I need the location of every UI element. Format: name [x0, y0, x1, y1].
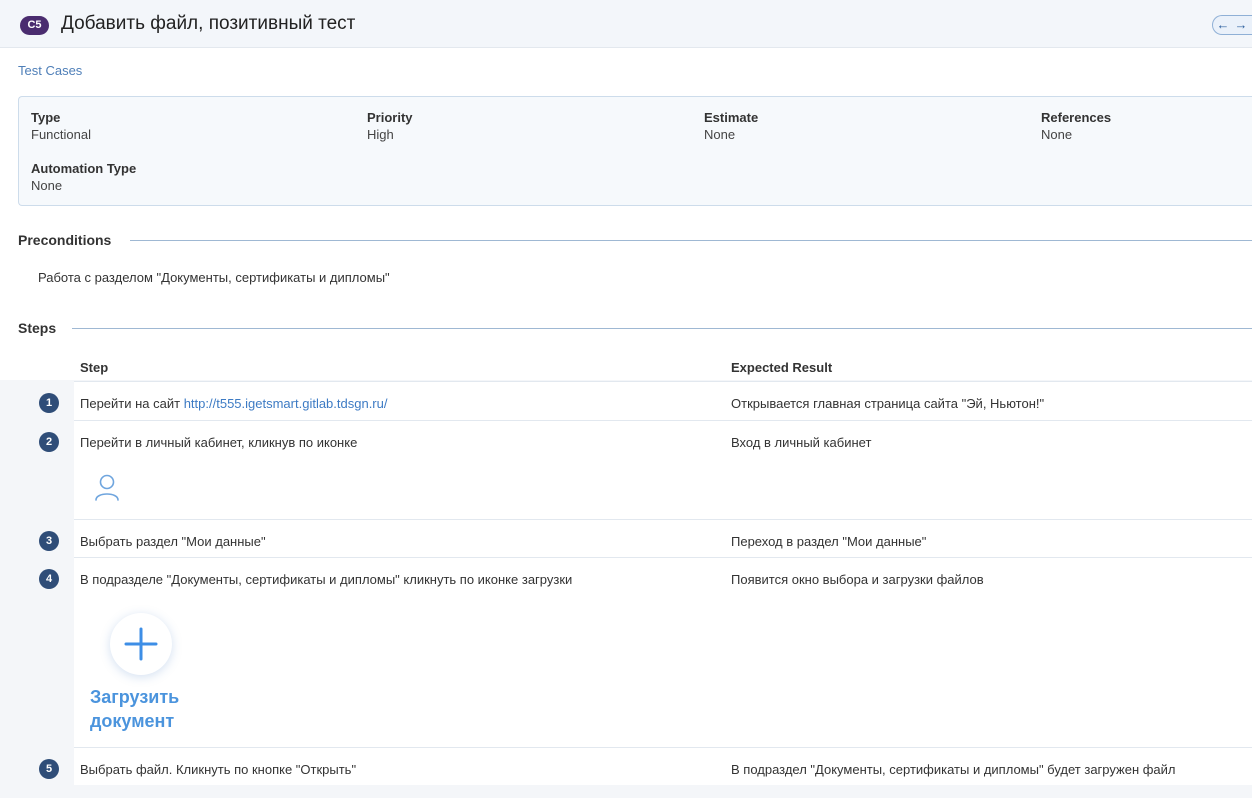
preconditions-heading: Preconditions: [18, 232, 112, 248]
step-row: 3 Выбрать раздел "Мои данные" Переход в …: [39, 519, 1252, 557]
step-text: Перейти на сайт http://t555.igetsmart.gi…: [80, 396, 387, 411]
field-estimate-value: None: [704, 127, 736, 142]
field-automation-type-label: Automation Type: [31, 161, 137, 176]
upload-label-line1: Загрузить: [90, 687, 180, 707]
case-details-box: Type Functional Priority High Estimate N…: [18, 96, 1252, 206]
field-references-value: None: [1041, 127, 1073, 142]
upload-label-line2: документ: [90, 711, 175, 731]
steps-column-expected: Expected Result: [731, 360, 833, 375]
field-automation-type-value: None: [31, 178, 63, 193]
upload-button: [110, 613, 172, 675]
expected-result-text: Вход в личный кабинет: [731, 435, 872, 450]
field-type-label: Type: [31, 110, 61, 125]
step-number-badge: 1: [39, 393, 59, 413]
step-row: 1 Перейти на сайт http://t555.igetsmart.…: [39, 381, 1252, 420]
expected-result-text: Переход в раздел "Мои данные": [731, 534, 927, 549]
field-type: Type Functional: [31, 110, 91, 142]
expected-result-text: В подраздел "Документы, сертификаты и ди…: [731, 762, 1176, 777]
step-text: В подразделе "Документы, сертификаты и д…: [80, 572, 573, 587]
step-row: 4 В подразделе "Документы, сертификаты и…: [39, 557, 1252, 747]
field-references: References None: [1041, 110, 1111, 142]
next-case-button[interactable]: →: [1231, 16, 1251, 34]
field-priority-label: Priority: [367, 110, 413, 125]
preconditions-divider: [130, 240, 1252, 241]
steps-heading: Steps: [18, 320, 57, 336]
step-row: 5 Выбрать файл. Кликнуть по кнопке "Откр…: [39, 747, 1252, 785]
step-number-badge: 2: [39, 432, 59, 452]
step-text: Выбрать файл. Кликнуть по кнопке "Открыт…: [80, 762, 357, 777]
step-number-badge: 3: [39, 531, 59, 551]
plus-icon: [124, 627, 158, 661]
step-text-prefix: Перейти на сайт: [80, 396, 184, 411]
expected-result-text: Появится окно выбора и загрузки файлов: [731, 572, 984, 587]
field-type-value: Functional: [31, 127, 91, 142]
site-link[interactable]: http://t555.igetsmart.gitlab.tdsgn.ru/: [184, 396, 388, 411]
step-number-badge: 4: [39, 569, 59, 589]
field-estimate: Estimate None: [704, 110, 758, 142]
field-estimate-label: Estimate: [704, 110, 759, 125]
page-title: Добавить файл, позитивный тест: [61, 13, 356, 34]
upload-label: Загрузить документ: [90, 685, 200, 733]
preconditions-text: Работа с разделом "Документы, сертификат…: [38, 270, 390, 285]
field-priority-value: High: [367, 127, 394, 142]
field-references-label: References: [1041, 110, 1112, 125]
step-row: 2 Перейти в личный кабинет, кликнув по и…: [39, 420, 1252, 519]
expected-result-text: Открывается главная страница сайта "Эй, …: [731, 396, 1045, 411]
steps-divider: [72, 328, 1252, 329]
upload-document-widget: Загрузить документ: [90, 613, 200, 743]
user-icon: [95, 474, 119, 501]
case-id-badge: C5: [20, 16, 49, 35]
case-header: C5 Добавить файл, позитивный тест ← →: [0, 0, 1252, 48]
steps-column-step: Step: [80, 360, 109, 375]
previous-case-button[interactable]: ←: [1213, 16, 1233, 34]
field-automation-type: Automation Type None: [31, 161, 136, 193]
step-text: Перейти в личный кабинет, кликнув по ико…: [80, 435, 358, 450]
step-number-badge: 5: [39, 759, 59, 779]
field-priority: Priority High: [367, 110, 413, 142]
case-navigation: ← →: [1212, 15, 1252, 35]
step-text: Выбрать раздел "Мои данные": [80, 534, 266, 549]
breadcrumb-test-cases[interactable]: Test Cases: [18, 63, 82, 78]
